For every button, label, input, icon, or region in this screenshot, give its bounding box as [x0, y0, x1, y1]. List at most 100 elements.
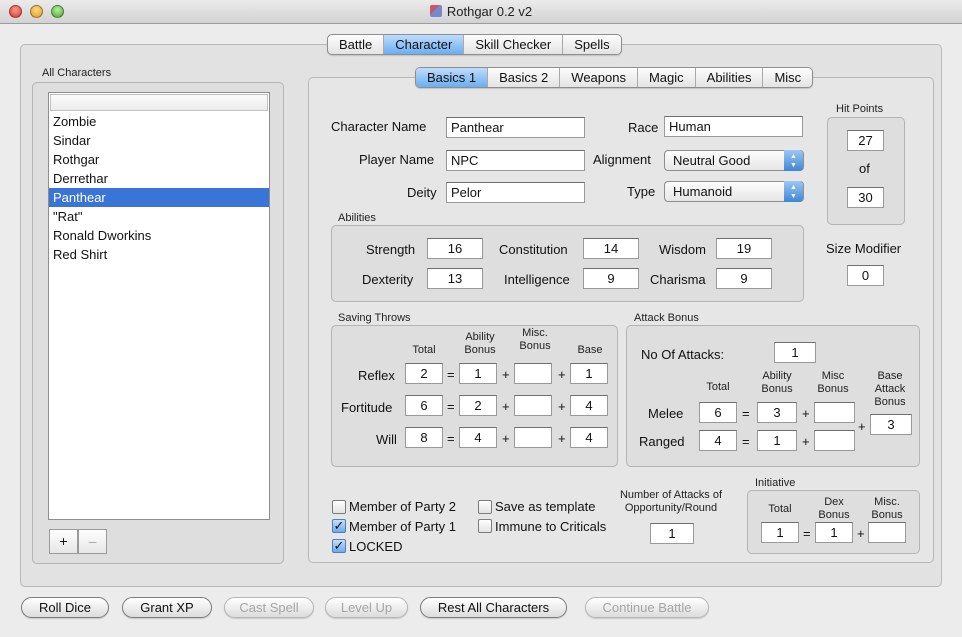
alignment-popup[interactable]: Neutral Good ▲ ▼ [664, 150, 804, 171]
abilities-box [331, 225, 804, 302]
member-party-1-checkbox[interactable]: ✓ [332, 519, 346, 533]
melee-ability-field[interactable]: 3 [757, 402, 797, 423]
deity-field[interactable]: Pelor [446, 182, 585, 203]
fortitude-total-field[interactable]: 6 [405, 395, 443, 416]
list-item[interactable]: Derrethar [49, 169, 269, 188]
attack-bonus-heading: Attack Bonus [634, 312, 699, 324]
no-of-attacks-field[interactable]: 1 [774, 342, 816, 363]
strength-field[interactable]: 16 [427, 238, 483, 259]
wisdom-label: Wisdom [659, 242, 706, 257]
locked-checkbox[interactable]: ✓ [332, 539, 346, 553]
list-item[interactable]: Ronald Dworkins [49, 226, 269, 245]
tab-basics-1[interactable]: Basics 1 [416, 68, 489, 87]
level-up-button[interactable]: Level Up [325, 597, 408, 618]
list-item[interactable]: "Rat" [49, 207, 269, 226]
wisdom-field[interactable]: 19 [716, 238, 772, 259]
immune-criticals-checkbox[interactable] [478, 519, 492, 533]
plus-sign: + [558, 431, 566, 446]
type-popup[interactable]: Humanoid ▲ ▼ [664, 181, 804, 202]
plus-sign: + [502, 367, 510, 382]
player-name-field[interactable]: NPC [446, 150, 585, 171]
character-name-field[interactable]: Panthear [446, 117, 585, 138]
hit-points-current-field[interactable]: 27 [847, 130, 884, 151]
add-character-button[interactable]: + [49, 529, 78, 554]
melee-misc-field[interactable] [814, 402, 855, 423]
equals-sign: = [742, 406, 750, 421]
will-ability-field[interactable]: 4 [459, 427, 497, 448]
ab-base-header: Base Attack Bonus [874, 370, 906, 408]
will-misc-field[interactable] [514, 427, 552, 448]
ranged-misc-field[interactable] [814, 430, 855, 451]
immune-criticals-label: Immune to Criticals [495, 519, 607, 534]
reflex-total-field[interactable]: 2 [405, 363, 443, 384]
base-attack-bonus-field[interactable]: 3 [870, 414, 912, 435]
list-item[interactable]: Sindar [49, 131, 269, 150]
character-search-field[interactable] [50, 94, 268, 111]
tab-magic[interactable]: Magic [638, 68, 696, 87]
tab-battle[interactable]: Battle [328, 35, 385, 54]
tab-basics-2[interactable]: Basics 2 [488, 68, 561, 87]
continue-battle-button[interactable]: Continue Battle [585, 597, 709, 618]
charisma-field[interactable]: 9 [716, 268, 772, 289]
tab-weapons[interactable]: Weapons [560, 68, 638, 87]
aoo-field[interactable]: 1 [650, 523, 694, 544]
fortitude-misc-field[interactable] [514, 395, 552, 416]
charisma-label: Charisma [650, 272, 706, 287]
initiative-misc-field[interactable] [868, 522, 906, 543]
melee-label: Melee [648, 406, 684, 421]
fortitude-ability-field[interactable]: 2 [459, 395, 497, 416]
hit-points-max-field[interactable]: 30 [847, 187, 884, 208]
list-item[interactable]: Red Shirt [49, 245, 269, 264]
cast-spell-button[interactable]: Cast Spell [224, 597, 314, 618]
fortitude-base-field[interactable]: 4 [570, 395, 608, 416]
app-icon [429, 5, 442, 17]
st-misc-header: Misc. Bonus [519, 327, 551, 352]
remove-character-button[interactable]: – [78, 529, 107, 554]
ab-total-header: Total [706, 381, 730, 393]
alignment-value: Neutral Good [673, 153, 751, 168]
ab-ability-header: Ability Bonus [761, 370, 793, 395]
dexterity-field[interactable]: 13 [427, 268, 483, 289]
roll-dice-button[interactable]: Roll Dice [21, 597, 109, 618]
constitution-field[interactable]: 14 [583, 238, 639, 259]
popup-arrows-icon: ▲ ▼ [784, 181, 803, 202]
tab-skill-checker[interactable]: Skill Checker [464, 35, 564, 54]
will-base-field[interactable]: 4 [570, 427, 608, 448]
equals-sign: = [447, 399, 455, 414]
ranged-total-field[interactable]: 4 [699, 430, 737, 451]
list-item-selected[interactable]: Panthear [49, 188, 269, 207]
intelligence-field[interactable]: 9 [583, 268, 639, 289]
rest-all-characters-button[interactable]: Rest All Characters [420, 597, 567, 618]
plus-sign: + [858, 419, 866, 434]
reflex-misc-field[interactable] [514, 363, 552, 384]
tab-abilities[interactable]: Abilities [696, 68, 764, 87]
member-party-2-checkbox[interactable] [332, 500, 346, 514]
list-item[interactable]: Rothgar [49, 150, 269, 169]
equals-sign: = [803, 526, 811, 541]
member-party-1-label: Member of Party 1 [349, 519, 456, 534]
ranged-ability-field[interactable]: 1 [757, 430, 797, 451]
equals-sign: = [447, 367, 455, 382]
plus-sign: + [502, 431, 510, 446]
init-dex-header: Dex Bonus [818, 496, 850, 521]
list-item[interactable]: Zombie [49, 112, 269, 131]
reflex-base-field[interactable]: 1 [570, 363, 608, 384]
initiative-total-field[interactable]: 1 [761, 522, 799, 543]
intelligence-label: Intelligence [504, 272, 570, 287]
save-template-checkbox[interactable] [478, 500, 492, 514]
size-modifier-field[interactable]: 0 [847, 265, 884, 286]
tab-misc[interactable]: Misc [763, 68, 812, 87]
race-field[interactable]: Human [664, 116, 803, 137]
grant-xp-button[interactable]: Grant XP [122, 597, 212, 618]
will-total-field[interactable]: 8 [405, 427, 443, 448]
locked-label: LOCKED [349, 539, 403, 554]
reflex-ability-field[interactable]: 1 [459, 363, 497, 384]
tab-spells[interactable]: Spells [563, 35, 620, 54]
character-list[interactable]: Zombie Sindar Rothgar Derrethar Panthear… [48, 92, 270, 520]
strength-label: Strength [366, 242, 416, 257]
tab-character[interactable]: Character [384, 35, 465, 54]
melee-total-field[interactable]: 6 [699, 402, 737, 423]
initiative-dex-field[interactable]: 1 [815, 522, 853, 543]
init-total-header: Total [768, 503, 792, 515]
equals-sign: = [742, 434, 750, 449]
